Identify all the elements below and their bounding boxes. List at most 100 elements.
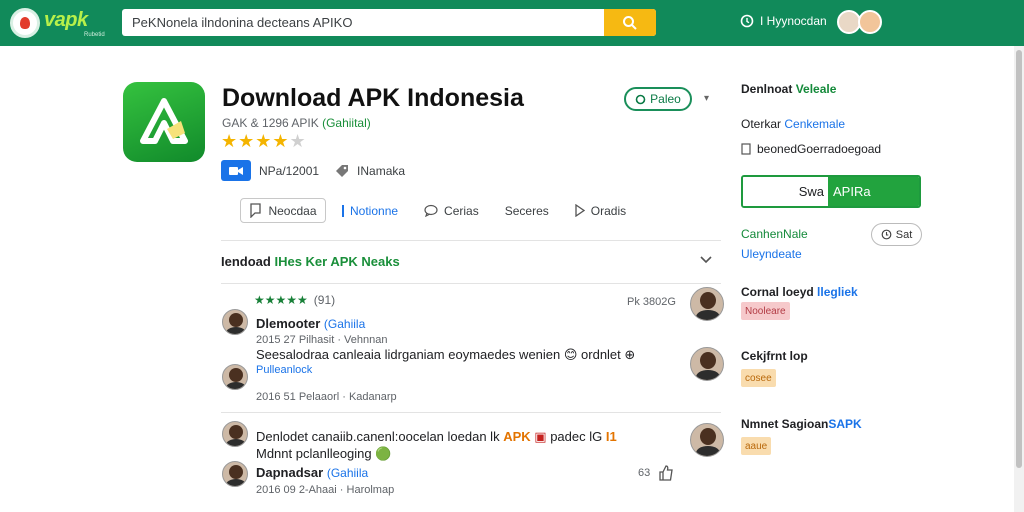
follow-button[interactable]: Paleo [624,87,692,111]
review-text-apk: APK [503,429,531,444]
section-title: Iendoad IHes Ker APK Neaks [221,254,400,269]
logo[interactable]: vapk Rubetid [10,6,110,40]
clock-icon [881,229,892,240]
app-meta: GAK & 1296 APIK (Gahiital) [222,116,371,130]
section-title-highlight: IHes Ker APK [274,254,358,269]
reviewer-tag: (Gahiila [326,466,369,480]
side-avatar[interactable] [690,287,724,321]
logo-text: vapk [44,9,88,31]
sidebar-link[interactable]: Uleyndeate [741,247,802,261]
user-label: I Hyynocdan [760,14,827,28]
chevron-down-icon[interactable]: ▾ [704,93,709,104]
search-button[interactable] [604,9,656,36]
sidebar-item: Uleyndeate [741,247,802,261]
sidebar-link[interactable]: SAPK [828,417,861,431]
sidebar-link[interactable]: Cenkemale [784,117,845,131]
reviewer-avatar[interactable] [222,309,248,335]
sidebar-text: Cornal [741,285,780,299]
review-date: 2016 51 Pelaaorl · Kadanarp [256,391,397,403]
review-text-line2: Mdnnt pclanlleoging 🟢 [256,446,392,461]
review-text: Seesalodraa canleaia lidrganiam eoymaede… [256,347,636,362]
logo-subtitle: Rubetid [84,32,105,38]
review-text-a: Denlodet canaiib.canenl:oocelan loedan l… [256,429,500,444]
sidebar-heading: Denlnoat Veleale [741,82,836,96]
tab-2[interactable]: Cerias [416,200,487,222]
sidebar-link[interactable]: Nale [783,227,808,241]
divider [221,412,721,413]
follow-label: Paleo [650,92,681,106]
logo-mascot-icon [10,8,40,38]
app-badges: NPa/12001 INamaka [221,160,405,181]
download-apk-button[interactable]: Swa APIRa [741,175,921,208]
review-text-c: padec lG [550,429,603,444]
download-button-left: Swa [743,177,828,206]
review-date: 2016 09 2-Ahaai · Harolmap [256,484,395,496]
video-badge[interactable] [221,160,251,181]
review-rating: ★★★★★ (91) [254,293,335,307]
sidebar-heading: Cornal loeyd llegliek [741,285,858,299]
tab-4[interactable]: Oradis [567,200,634,222]
badge-text-2: INamaka [357,163,406,178]
reviewer-name-text: Dapnadsar [256,465,324,480]
tab-label: Seceres [504,203,549,218]
status-badge: Nooleare [741,302,790,320]
document-icon [741,143,751,155]
sidebar-link[interactable]: Veleale [796,82,837,96]
rating-stars: ★★★★★ [221,131,307,152]
side-avatar[interactable] [690,347,724,381]
sat-button[interactable]: Sat [871,223,922,246]
chat-icon [424,204,438,217]
tab-3[interactable]: Seceres [497,200,557,222]
status-badge: aaue [741,437,772,455]
search-input[interactable] [122,9,606,36]
sidebar-link[interactable]: llegliek [817,285,858,299]
sidebar-heading: Cekjfrnt lop [741,349,808,363]
sidebar-text: Nmnet Sagioan [741,417,829,431]
page-title: Download APK Indonesia [222,84,524,112]
tab-bar: Neocdaa Notionne Cerias Seceres Oradis [240,198,634,223]
app-meta-prefix: GAK & 1296 APIK [222,116,319,130]
search-bar [122,9,656,36]
reviewer-avatar[interactable] [222,461,248,487]
reviewer-name: Dapnadsar (Gahiila [256,465,368,480]
divider [221,283,721,284]
sidebar-heading: Nmnet SagioanSAPK [741,417,862,431]
sidebar-link[interactable]: Canhen [741,227,783,241]
review-date: 2015 27 Pilhasit · Vehnnan [256,334,388,346]
like-button[interactable]: 63 [638,465,674,481]
sidebar-item: Oterkar Cenkemale [741,117,845,131]
app-meta-tag: (Gahiital) [322,116,371,130]
divider [221,240,721,241]
account-area[interactable]: I Hyynocdan [740,14,827,28]
tab-1[interactable]: Notionne [334,200,406,222]
clock-icon [740,14,754,28]
search-icon [623,15,637,30]
tab-label: Oradis [590,203,627,218]
sidebar-item: beonedGoerradoegoad [741,142,881,156]
scrollbar[interactable] [1014,46,1024,512]
tab-0[interactable]: Neocdaa [240,198,326,223]
apk-logo-icon [140,98,188,144]
like-count: 63 [638,467,651,479]
reviewer-avatar[interactable] [222,421,248,447]
user-avatar-2[interactable] [858,10,882,34]
tag-icon [336,164,349,177]
sidebar-text: Oterkar [741,117,782,131]
star-filled-icons: ★★★★ [221,131,290,151]
sidebar-text: beonedGoerradoegoad [757,142,882,156]
tab-label: Cerias [444,203,479,218]
side-avatar[interactable] [690,423,724,457]
play-icon [575,204,585,217]
section-title-prefix: Iendoad [221,254,271,269]
reviewer-name-text: Dlemooter [256,316,321,331]
reviewer-avatar[interactable] [222,364,248,390]
reviewer-name: Dlemooter (Gahiila [256,316,365,331]
thumbs-up-icon [659,465,674,481]
gift-icon: ▣ [534,429,547,444]
review-link[interactable]: Pulleanlock [256,364,312,376]
sidebar-text: loeyd [782,285,814,299]
chevron-down-icon[interactable] [698,253,714,267]
scrollbar-thumb[interactable] [1016,50,1022,468]
sat-label: Sat [895,228,913,241]
sidebar-item: CanhenNale [741,227,808,241]
